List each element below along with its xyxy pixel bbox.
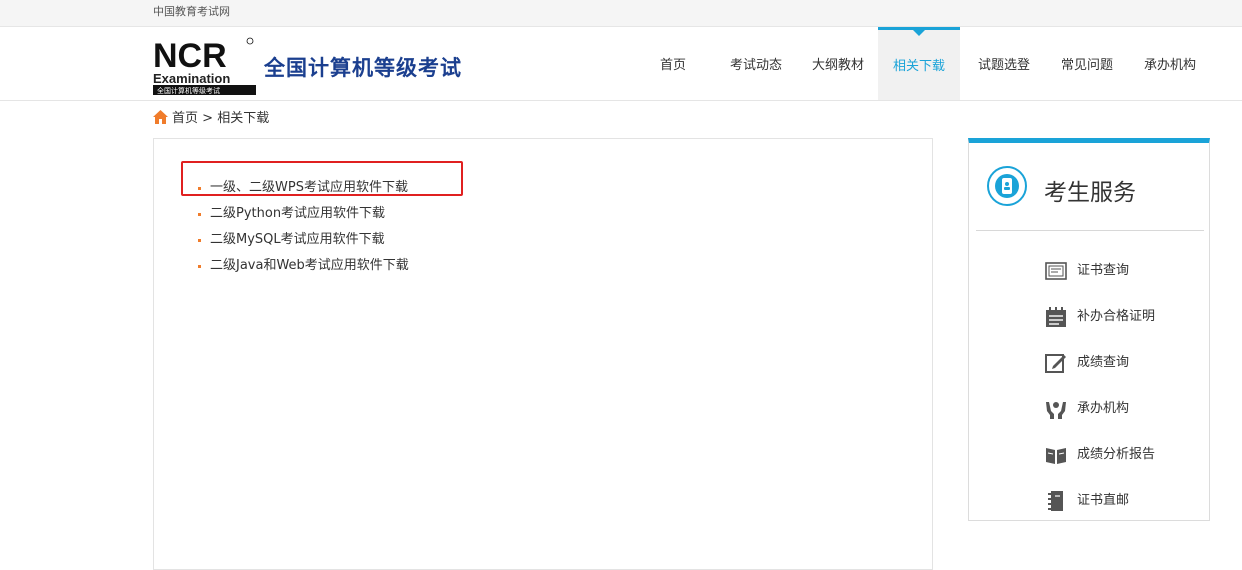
- header: NCR Examination 全国计算机等级考试 全国计算机等级考试 首页 考…: [0, 27, 1242, 101]
- breadcrumb-current: 相关下载: [217, 111, 270, 126]
- nav-syllabus[interactable]: 大纲教材: [804, 27, 872, 100]
- services-header: 考生服务: [969, 143, 1211, 231]
- ncre-logo[interactable]: NCR Examination 全国计算机等级考试: [153, 37, 256, 95]
- book-icon: [1046, 448, 1066, 464]
- breadcrumb-home[interactable]: 首页: [172, 111, 198, 126]
- download-link-wps[interactable]: 一级、二级WPS考试应用软件下载: [210, 180, 408, 195]
- nav-sample-questions[interactable]: 试题选登: [970, 27, 1038, 100]
- list-item: 二级MySQL考试应用软件下载: [198, 227, 409, 253]
- download-link-java-web[interactable]: 二级Java和Web考试应用软件下载: [210, 258, 409, 273]
- divider: [976, 230, 1204, 231]
- bullet-icon: [198, 213, 201, 216]
- active-caret-icon: [913, 30, 925, 36]
- logo-sub-text: Examination: [153, 71, 230, 86]
- list-item: 一级、二级WPS考试应用软件下载: [198, 175, 409, 201]
- nav-home[interactable]: 首页: [648, 27, 698, 100]
- download-panel: 一级、二级WPS考试应用软件下载 二级Python考试应用软件下载 二级MySQ…: [153, 138, 933, 570]
- hands-icon: [1046, 402, 1066, 419]
- nav-downloads[interactable]: 相关下载: [878, 27, 960, 100]
- services-title: 考生服务: [1044, 180, 1136, 206]
- bullet-icon: [198, 187, 201, 190]
- bullet-icon: [198, 265, 201, 268]
- certificate-search-icon: [1045, 262, 1067, 280]
- download-link-python[interactable]: 二级Python考试应用软件下载: [210, 206, 385, 221]
- list-item: 二级Java和Web考试应用软件下载: [198, 253, 409, 279]
- services-contact-icon: [987, 166, 1027, 206]
- breadcrumb-separator: >: [202, 111, 214, 126]
- notebook-icon: [1048, 491, 1063, 511]
- logo-ncr-text: NCR: [153, 37, 227, 75]
- download-link-mysql[interactable]: 二级MySQL考试应用软件下载: [210, 232, 385, 247]
- nav-faq[interactable]: 常见问题: [1053, 27, 1121, 100]
- download-list: 一级、二级WPS考试应用软件下载 二级Python考试应用软件下载 二级MySQ…: [198, 175, 409, 279]
- calendar-icon: [1046, 307, 1066, 327]
- candidate-services-panel: 考生服务 证书查询 补办合格证明 成绩查询 承办机构 成绩分析报告 证书直邮: [968, 138, 1210, 521]
- bullet-icon: [198, 239, 201, 242]
- edit-icon: [1045, 354, 1066, 373]
- site-title: 全国计算机等级考试: [264, 56, 462, 80]
- home-icon: [153, 110, 168, 124]
- list-item: 二级Python考试应用软件下载: [198, 201, 409, 227]
- nav-organizers[interactable]: 承办机构: [1136, 27, 1204, 100]
- top-bar: 中国教育考试网: [0, 0, 1242, 27]
- logo-band-text: 全国计算机等级考试: [157, 86, 220, 95]
- breadcrumb: 首页 > 相关下载: [153, 110, 269, 128]
- site-link[interactable]: 中国教育考试网: [153, 3, 230, 19]
- nav-exam-news[interactable]: 考试动态: [722, 27, 790, 100]
